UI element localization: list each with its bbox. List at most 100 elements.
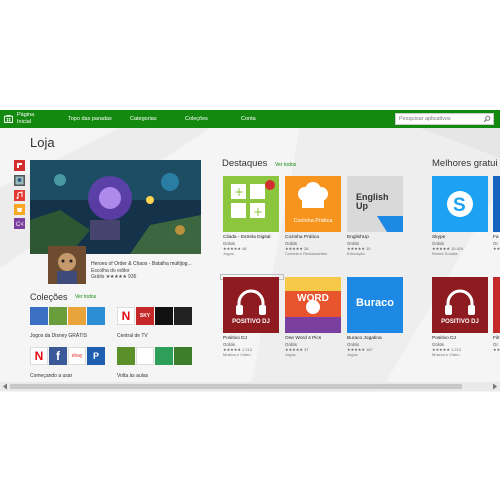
horizontal-scrollbar[interactable] (0, 382, 500, 391)
disney-tile-2 (49, 307, 67, 325)
skype-app-icon: S (432, 176, 488, 232)
school-tile-1 (117, 347, 135, 365)
headphones-app-icon: POSITIVO DJ (223, 277, 279, 333)
photo-category-icon[interactable] (14, 175, 25, 186)
app-category: Comida e Restaurantes (285, 251, 328, 256)
app-icon-text: POSITIVO DJ (232, 319, 270, 325)
education-category-icon[interactable]: C< (14, 218, 25, 229)
hero-banner[interactable] (30, 160, 201, 254)
shopping-category-icon[interactable] (14, 204, 25, 215)
svg-text:C<: C< (16, 222, 24, 228)
collection-label: Central de TV (117, 333, 148, 339)
ebay-logo: ebay (68, 347, 86, 365)
nav-home-link[interactable]: Página Inicial (17, 112, 43, 125)
partial-app-rating-2: ★★ (493, 347, 500, 352)
search-icon[interactable] (483, 115, 491, 123)
tv-tile-3 (155, 307, 173, 325)
netflix-logo: N (30, 347, 48, 365)
featured-heading[interactable]: Destaques (222, 158, 267, 169)
school-tile-3 (155, 347, 173, 365)
nav-categories[interactable]: Categorias (130, 116, 157, 122)
hero-game-artwork (30, 160, 201, 254)
hero-game-thumbnail[interactable] (48, 246, 86, 284)
app-rating-count: 48 (242, 246, 247, 251)
disney-tile-3 (68, 307, 86, 325)
chef-hat-app-icon: Cozinha Prática (285, 176, 341, 232)
app-icon-text: Cozinha Prática (293, 218, 333, 224)
search-box (395, 113, 494, 125)
school-tile-2 (136, 347, 154, 365)
sky-logo: SKY (136, 307, 154, 325)
disney-tile-4 (87, 307, 105, 325)
nav-account[interactable]: Conta (241, 116, 256, 122)
collection-label: Começando a usar (30, 373, 73, 379)
app-name: EnglishUp (347, 235, 369, 240)
collection-getting-started[interactable]: N f ebay P Começando a usar (30, 347, 108, 379)
collections-see-all-link[interactable]: Ver todos (75, 294, 96, 300)
app-name: Positivo DJ (432, 336, 456, 341)
app-category: Jogos (285, 352, 296, 357)
partial-app-icon-2[interactable] (493, 277, 500, 333)
hero-price: Grátis (91, 274, 105, 280)
app-icon-text: English Up (356, 192, 389, 211)
svg-text:+: + (253, 205, 263, 219)
app-rating-count: 187 (366, 347, 373, 352)
app-icon-text: POSITIVO DJ (441, 319, 479, 325)
app-name: Cilada - Estrela Digital (223, 235, 271, 240)
games-controller-icon[interactable] (14, 160, 25, 171)
school-tile-4 (174, 347, 192, 365)
featured-see-all-link[interactable]: Ver todos (275, 162, 296, 168)
nav-collections[interactable]: Coleções (185, 116, 208, 122)
facebook-logo: f (49, 347, 67, 365)
search-input[interactable] (396, 114, 482, 124)
app-name: Skype (432, 235, 446, 240)
app-icon-text: Buraco (356, 297, 394, 309)
partial-app-rating-1: ★★ (493, 246, 500, 251)
collection-label: Jogos da Disney GRÁTIS (30, 333, 87, 339)
page-title: Loja (30, 135, 55, 150)
store-bag-icon[interactable] (4, 114, 13, 123)
cilada-app-icon: + + (223, 176, 279, 232)
scroll-left-arrow-icon[interactable] (2, 383, 8, 390)
nav-top-charts[interactable]: Topo das paradas (68, 116, 112, 122)
hero-rating-count: 936 (128, 274, 137, 280)
partial-app-name-1: Fa (493, 235, 499, 240)
app-rating-count: 37 (304, 347, 309, 352)
buraco-app-icon: Buraco (347, 277, 403, 333)
hero-stars: ★★★★★ (105, 274, 127, 280)
app-rating-count: 10 (366, 246, 371, 251)
best-free-heading[interactable]: Melhores gratui (432, 158, 497, 169)
collection-label: Volta às aulas (117, 373, 149, 379)
app-icon-text: WORD (297, 293, 329, 304)
scroll-right-arrow-icon[interactable] (492, 383, 498, 390)
hero-thumbnail-art (48, 246, 86, 284)
svg-text:S: S (453, 195, 466, 216)
app-category: Música e Vídeo (432, 352, 460, 357)
app-category: Redes Sociais (432, 251, 458, 256)
app-category: Música e Vídeo (223, 352, 251, 357)
englishup-app-icon: English Up (347, 176, 403, 232)
app-category: Jogos (223, 251, 234, 256)
app-category: Jogos (347, 352, 358, 357)
netflix-logo: N (117, 307, 135, 325)
app-category: Educação (347, 251, 365, 256)
headphones-app-icon: POSITIVO DJ (432, 277, 488, 333)
hero-title[interactable]: Heroes of Order & Chaos - Batalha multij… (91, 261, 203, 268)
top-nav-bar: Página Inicial Topo das paradas Categori… (0, 110, 500, 128)
collections-heading[interactable]: Coleções (30, 292, 68, 302)
scrollbar-thumb[interactable] (10, 384, 462, 389)
collection-tv-central[interactable]: N SKY Central de TV (117, 307, 195, 339)
disney-tile-1 (30, 307, 48, 325)
partial-app-name-2: Filr (493, 336, 500, 341)
music-category-icon[interactable] (14, 190, 25, 201)
app-name: Positivo DJ (223, 336, 247, 341)
app-name: Cozinha Prática (285, 235, 319, 240)
hero-info: Heroes of Order & Chaos - Batalha multij… (91, 261, 203, 281)
app-name: One Word 4 Pics (285, 336, 322, 341)
collection-disney-games[interactable]: Jogos da Disney GRÁTIS (30, 307, 108, 339)
collection-back-to-school[interactable]: Volta às aulas (117, 347, 195, 379)
one-word-app-icon: WORD (285, 277, 341, 333)
svg-text:+: + (234, 185, 244, 199)
paypal-logo: P (87, 347, 105, 365)
partial-app-icon-1[interactable] (493, 176, 500, 232)
